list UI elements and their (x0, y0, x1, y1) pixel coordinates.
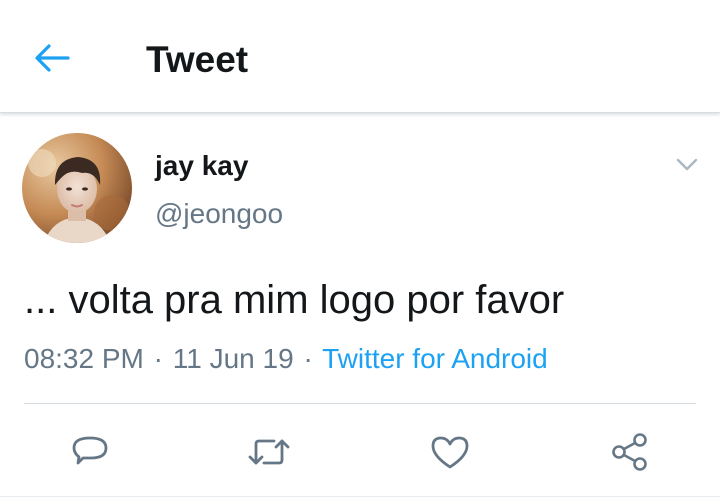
divider (0, 496, 720, 497)
app-header: Tweet (0, 0, 720, 113)
tweet-text: ... volta pra mim logo por favor (24, 278, 565, 322)
user-handle[interactable]: @jeongoo (155, 197, 283, 231)
tweet-date: 11 Jun 19 (172, 343, 294, 374)
tweet-meta: 08:32 PM · 11 Jun 19 · Twitter for Andro… (24, 341, 548, 377)
meta-separator: · (153, 343, 163, 374)
divider (24, 403, 696, 404)
back-button[interactable] (30, 36, 74, 80)
share-button[interactable] (606, 428, 654, 476)
chevron-down-icon (676, 158, 698, 171)
tweet-menu-button[interactable] (672, 150, 702, 180)
avatar[interactable] (22, 133, 132, 243)
share-icon (612, 433, 647, 471)
retweet-button[interactable] (245, 428, 293, 476)
retweet-icon (248, 439, 290, 465)
tweet-source-link[interactable]: Twitter for Android (322, 343, 548, 374)
meta-separator: · (303, 343, 313, 374)
like-icon (431, 436, 469, 469)
arrow-left-icon (35, 44, 70, 72)
display-name[interactable]: jay kay (155, 149, 248, 183)
avatar-image (22, 133, 132, 243)
tweet-detail-screen: Tweet jay kay @jeongoo ... volta pra mim… (0, 0, 720, 502)
reply-icon (72, 436, 108, 465)
page-title: Tweet (146, 39, 249, 80)
reply-button[interactable] (66, 428, 114, 476)
tweet-time: 08:32 PM (24, 343, 144, 374)
like-button[interactable] (426, 428, 474, 476)
